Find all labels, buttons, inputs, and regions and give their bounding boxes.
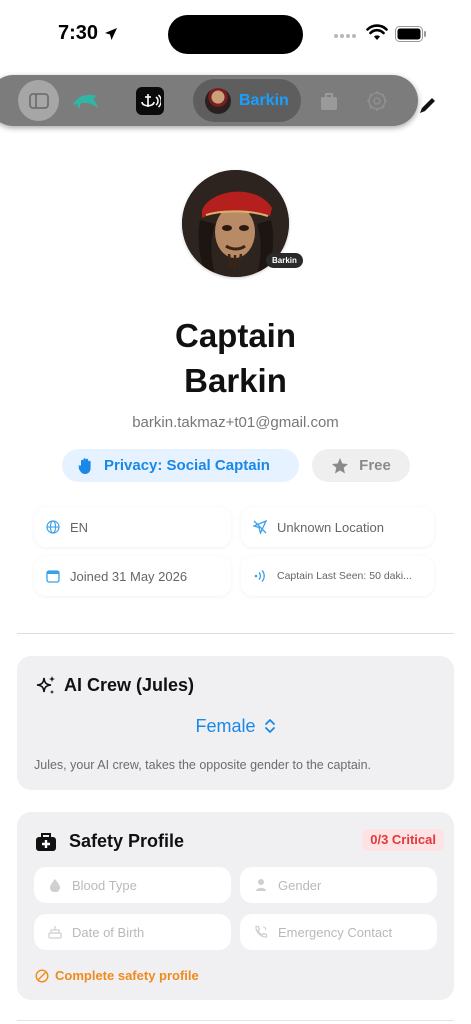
medical-kit-icon bbox=[36, 833, 56, 851]
chevron-up-down-icon bbox=[264, 719, 275, 733]
ai-crew-description: Jules, your AI crew, takes the opposite … bbox=[34, 758, 372, 772]
tab-avatar bbox=[205, 87, 231, 114]
dynamic-island bbox=[168, 15, 303, 54]
profile-name-line1: Captain bbox=[174, 317, 296, 354]
joined-card: Joined 31 May 2026 bbox=[34, 556, 231, 596]
status-time: 7:30 bbox=[58, 22, 99, 44]
tab-bag[interactable] bbox=[314, 75, 344, 126]
blood-type-field[interactable]: Blood Type bbox=[34, 867, 231, 903]
gender-field[interactable]: Gender bbox=[240, 867, 437, 903]
hand-icon bbox=[78, 457, 91, 474]
critical-status-badge: 0/3 Critical bbox=[362, 829, 444, 851]
tab-profile-active[interactable]: Barkin bbox=[193, 79, 301, 122]
ai-gender-value: Female bbox=[195, 716, 256, 736]
ai-gender-picker[interactable]: Female bbox=[17, 716, 454, 737]
profile-name-line2: Barkin bbox=[184, 362, 287, 399]
privacy-chip-label: Privacy: Social Captain bbox=[104, 457, 270, 474]
joined-value: Joined 31 May 2026 bbox=[70, 568, 188, 584]
safety-profile-title: Safety Profile bbox=[69, 831, 185, 851]
plan-chip[interactable]: Free bbox=[312, 449, 410, 482]
sidebar-icon bbox=[28, 92, 49, 109]
status-bar: 7:30 bbox=[0, 0, 471, 62]
top-tab-toolbar: Barkin bbox=[0, 75, 418, 126]
dolphin-icon bbox=[73, 94, 98, 109]
avatar-name-badge: Barkin bbox=[266, 253, 303, 268]
info-circle-icon bbox=[35, 968, 49, 983]
bottom-divider bbox=[17, 1020, 454, 1021]
gear-icon bbox=[367, 90, 387, 111]
battery-icon bbox=[395, 26, 426, 42]
tab-settings[interactable] bbox=[362, 75, 392, 126]
tab-dolphin[interactable] bbox=[66, 75, 106, 126]
tab-anchor[interactable] bbox=[136, 87, 164, 115]
ai-crew-section: AI Crew (Jules) Female Jules, your AI cr… bbox=[17, 656, 454, 790]
star-icon bbox=[332, 457, 349, 473]
language-card[interactable]: EN bbox=[34, 507, 231, 547]
profile-email: barkin.takmaz+t01@gmail.com bbox=[132, 414, 339, 431]
complete-safety-profile-label: Complete safety profile bbox=[55, 968, 199, 983]
location-card[interactable]: Unknown Location bbox=[241, 507, 434, 547]
calendar-icon bbox=[46, 570, 60, 583]
date-of-birth-field[interactable]: Date of Birth bbox=[34, 914, 231, 950]
privacy-chip[interactable]: Privacy: Social Captain bbox=[62, 449, 299, 482]
person-icon bbox=[256, 879, 266, 891]
tab-profile-label: Barkin bbox=[239, 91, 289, 109]
gender-placeholder: Gender bbox=[278, 877, 322, 893]
location-off-icon bbox=[253, 520, 267, 534]
wifi-icon bbox=[366, 24, 388, 40]
edit-pencil-icon[interactable] bbox=[418, 95, 438, 115]
section-divider bbox=[17, 633, 454, 634]
sparkles-icon bbox=[36, 676, 55, 694]
language-value: EN bbox=[70, 519, 89, 535]
globe-icon bbox=[46, 520, 60, 534]
bag-icon bbox=[321, 92, 337, 110]
sidebar-toggle-button[interactable] bbox=[18, 80, 59, 121]
location-value: Unknown Location bbox=[277, 519, 384, 535]
complete-safety-profile-link[interactable]: Complete safety profile bbox=[35, 968, 199, 983]
blood-type-placeholder: Blood Type bbox=[72, 877, 137, 893]
anchor-signal-icon bbox=[141, 94, 161, 108]
drop-icon bbox=[50, 879, 60, 892]
birthday-cake-icon bbox=[48, 926, 62, 939]
last-seen-value: Captain Last Seen: 50 daki... bbox=[277, 570, 412, 582]
emergency-contact-placeholder: Emergency Contact bbox=[278, 924, 393, 940]
date-of-birth-placeholder: Date of Birth bbox=[72, 924, 145, 940]
phone-waves-icon bbox=[255, 925, 268, 938]
signal-waves-icon bbox=[254, 570, 265, 582]
last-seen-card: Captain Last Seen: 50 daki... bbox=[241, 556, 434, 596]
safety-profile-section: Safety Profile 0/3 Critical Blood Type G… bbox=[17, 812, 454, 1000]
emergency-contact-field[interactable]: Emergency Contact bbox=[240, 914, 437, 950]
cellular-signal-icon bbox=[334, 34, 356, 38]
ai-crew-title: AI Crew (Jules) bbox=[64, 675, 195, 695]
plan-chip-label: Free bbox=[359, 457, 391, 474]
location-arrow-icon bbox=[105, 28, 117, 40]
